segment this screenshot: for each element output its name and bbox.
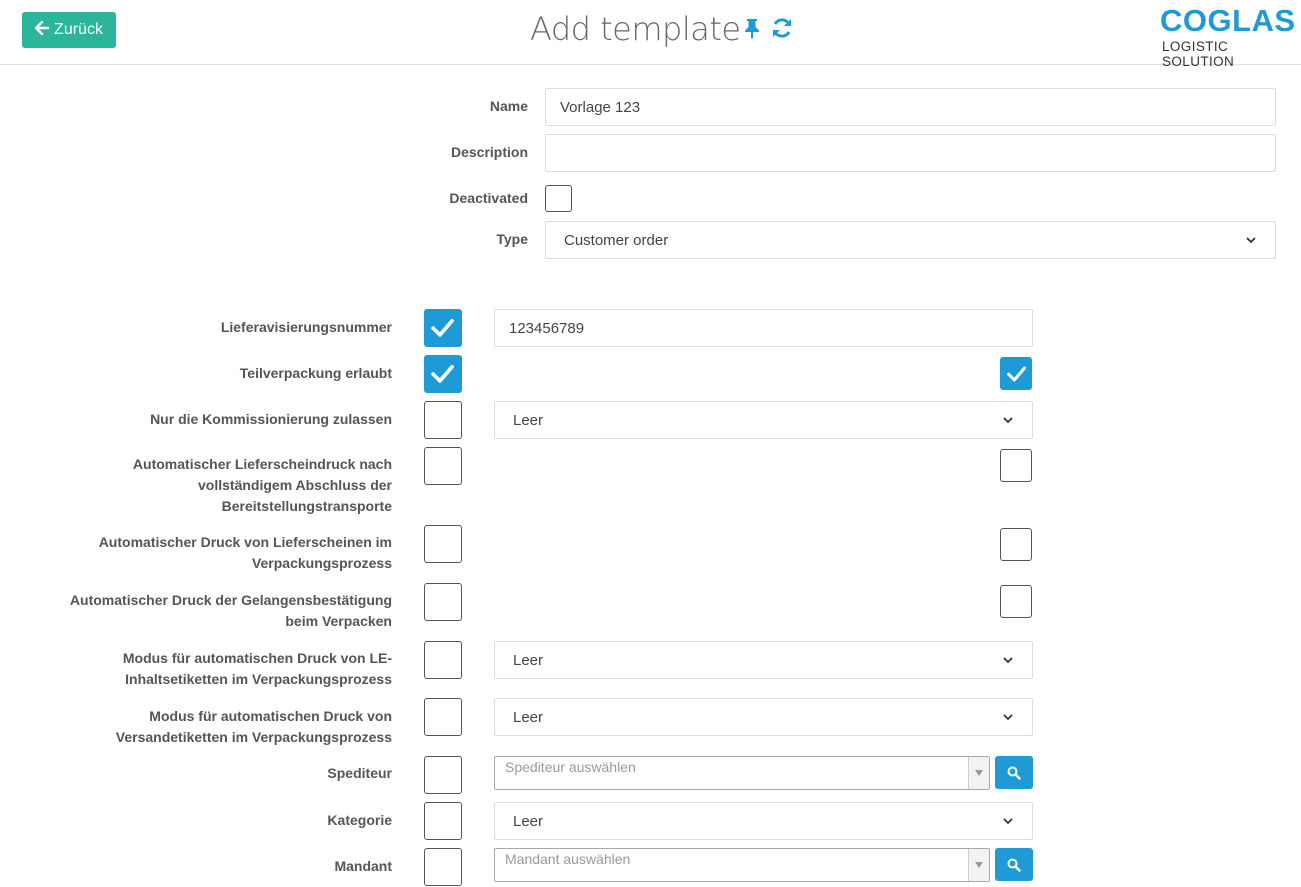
option-label-druck-lieferscheine: Automatischer Druck von Lieferscheinen i… — [98, 534, 392, 571]
dropdown-arrow-icon[interactable] — [968, 757, 989, 789]
lieferscheindruck-abschluss-checkbox[interactable] — [424, 447, 462, 485]
search-icon — [1007, 766, 1021, 780]
teilverpackung-value-checkbox[interactable] — [1000, 357, 1032, 390]
chevron-down-icon — [1003, 417, 1013, 424]
name-input[interactable]: Vorlage 123 — [545, 88, 1276, 126]
check-icon — [1006, 366, 1026, 382]
description-label: Description — [450, 144, 528, 160]
spediteur-search-button[interactable] — [995, 756, 1033, 789]
logo-main-text: COGLAS — [1160, 3, 1296, 38]
le-inhaltsetiketten-select[interactable]: Leer — [494, 641, 1033, 679]
back-button[interactable]: Zurück — [22, 12, 116, 48]
teilverpackung-checkbox[interactable] — [424, 355, 462, 393]
kategorie-select[interactable]: Leer — [494, 802, 1033, 840]
spediteur-combobox[interactable]: Spediteur auswählen — [494, 756, 990, 790]
mandant-checkbox[interactable] — [424, 848, 462, 886]
refresh-icon[interactable] — [770, 16, 794, 40]
option-label-gelangensbestaetigung: Automatischer Druck der Gelangensbestäti… — [69, 592, 392, 629]
spediteur-checkbox[interactable] — [424, 756, 462, 794]
search-icon — [1007, 858, 1021, 872]
druck-lieferscheine-value-checkbox[interactable] — [1000, 528, 1032, 561]
check-icon — [431, 319, 455, 338]
le-inhaltsetiketten-checkbox[interactable] — [424, 641, 462, 679]
chevron-down-icon — [1246, 237, 1256, 244]
gelangensbestaetigung-checkbox[interactable] — [424, 583, 462, 621]
pin-icon[interactable] — [740, 16, 764, 40]
chevron-down-icon — [1003, 657, 1013, 664]
deactivated-checkbox[interactable] — [545, 185, 572, 212]
lieferavisierungsnummer-input[interactable]: 123456789 — [494, 309, 1033, 347]
kommissionierung-select[interactable]: Leer — [494, 401, 1033, 439]
type-select[interactable]: Customer order — [545, 221, 1276, 259]
kategorie-checkbox[interactable] — [424, 802, 462, 840]
chevron-down-icon — [1003, 714, 1013, 721]
dropdown-arrow-icon[interactable] — [968, 849, 989, 881]
header-bar: Zurück Add template COGLAS LOGISTIC SOLU… — [0, 0, 1301, 69]
type-select-value: Customer order — [564, 231, 669, 249]
check-icon — [431, 365, 455, 384]
option-label-teilverpackung: Teilverpackung erlaubt — [239, 365, 392, 381]
kategorie-select-value: Leer — [513, 812, 544, 830]
mandant-search-button[interactable] — [995, 848, 1033, 881]
logo-sub-text: LOGISTIC SOLUTION — [1162, 39, 1235, 69]
option-label-le-inhaltsetiketten: Modus für automatischen Druck von LE-Inh… — [122, 650, 392, 687]
option-label-spediteur: Spediteur — [327, 765, 392, 781]
option-label-mandant: Mandant — [334, 858, 392, 874]
chevron-down-icon — [1003, 818, 1013, 825]
option-label-lieferavisierungsnummer: Lieferavisierungsnummer — [220, 319, 392, 335]
description-input[interactable] — [545, 134, 1276, 172]
name-label: Name — [489, 98, 528, 114]
back-button-label: Zurück — [54, 21, 103, 38]
le-inhaltsetiketten-select-value: Leer — [513, 651, 544, 669]
versandetiketten-checkbox[interactable] — [424, 698, 462, 736]
kommissionierung-select-value: Leer — [513, 411, 544, 429]
coglas-logo: COGLAS LOGISTIC SOLUTION — [1160, 5, 1298, 69]
mandant-combobox[interactable]: Mandant auswählen — [494, 848, 990, 882]
type-label: Type — [496, 231, 528, 247]
mandant-placeholder: Mandant auswählen — [505, 851, 631, 867]
versandetiketten-select[interactable]: Leer — [494, 698, 1033, 736]
page-title: Add template — [530, 10, 741, 48]
lieferavisierungsnummer-checkbox[interactable] — [424, 309, 462, 347]
option-label-versandetiketten: Modus für automatischen Druck von Versan… — [115, 708, 392, 745]
kommissionierung-checkbox[interactable] — [424, 401, 462, 439]
lieferscheindruck-abschluss-value-checkbox[interactable] — [1000, 449, 1032, 482]
option-label-kommissionierung: Nur die Kommissionierung zulassen — [150, 411, 392, 427]
option-label-kategorie: Kategorie — [327, 812, 392, 828]
druck-lieferscheine-checkbox[interactable] — [424, 525, 462, 563]
deactivated-label: Deactivated — [449, 190, 528, 206]
option-label-lieferscheindruck-abschluss: Automatischer Lieferscheindruck nach vol… — [132, 456, 392, 514]
versandetiketten-select-value: Leer — [513, 708, 544, 726]
spediteur-placeholder: Spediteur auswählen — [505, 759, 636, 775]
arrow-left-icon — [34, 20, 50, 40]
gelangensbestaetigung-value-checkbox[interactable] — [1000, 585, 1032, 618]
